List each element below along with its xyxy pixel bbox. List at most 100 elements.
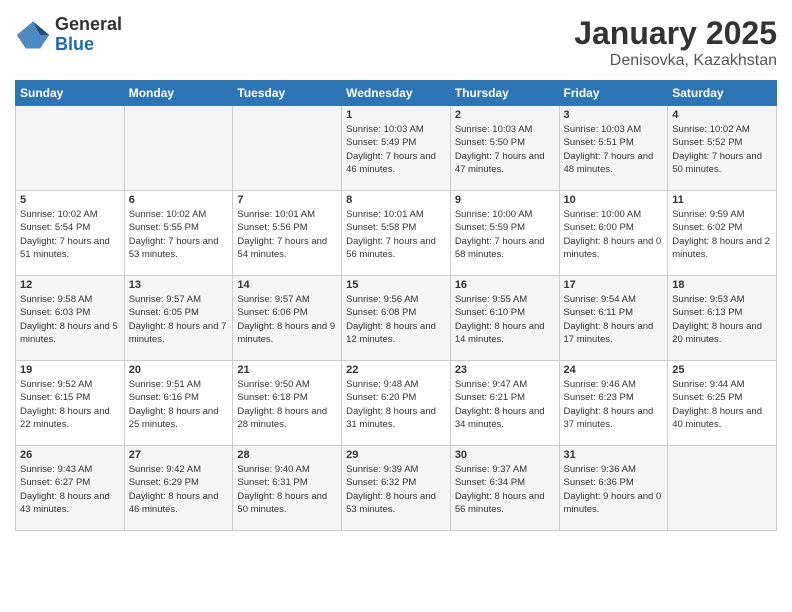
day-number: 18	[672, 279, 772, 291]
logo-icon	[15, 17, 51, 53]
day-info: Sunrise: 10:01 AM Sunset: 5:58 PM Daylig…	[346, 208, 446, 261]
calendar-cell	[16, 106, 125, 191]
day-number: 9	[455, 194, 555, 206]
weekday-header-monday: Monday	[124, 81, 233, 106]
calendar-cell: 22 Sunrise: 9:48 AM Sunset: 6:20 PM Dayli…	[342, 361, 451, 446]
calendar-cell: 17 Sunrise: 9:54 AM Sunset: 6:11 PM Dayli…	[559, 276, 668, 361]
day-number: 27	[129, 449, 229, 461]
week-row-3: 12Sunrise: 9:58 AM Sunset: 6:03 PM Dayli…	[16, 276, 777, 361]
day-info: Sunrise: 9:56 AM Sunset: 6:08 PM Dayligh…	[346, 293, 446, 346]
calendar-cell: 18 Sunrise: 9:53 AM Sunset: 6:13 PM Dayli…	[668, 276, 777, 361]
calendar-cell: 21 Sunrise: 9:50 AM Sunset: 6:18 PM Dayli…	[233, 361, 342, 446]
page-header: General Blue January 2025 Denisovka, Kaz…	[15, 15, 777, 70]
day-number: 22	[346, 364, 446, 376]
calendar-cell: 3 Sunrise: 10:03 AM Sunset: 5:51 PM Dayli…	[559, 106, 668, 191]
day-info: Sunrise: 9:59 AM Sunset: 6:02 PM Dayligh…	[672, 208, 772, 261]
day-info: Sunrise: 10:01 AM Sunset: 5:56 PM Daylig…	[237, 208, 337, 261]
calendar-cell	[124, 106, 233, 191]
day-number: 7	[237, 194, 337, 206]
day-info: Sunrise: 9:39 AM Sunset: 6:32 PM Dayligh…	[346, 463, 446, 516]
calendar-cell: 14 Sunrise: 9:57 AM Sunset: 6:06 PM Dayli…	[233, 276, 342, 361]
day-info: Sunrise: 9:47 AM Sunset: 6:21 PM Dayligh…	[455, 378, 555, 431]
day-info: Sunrise: 9:44 AM Sunset: 6:25 PM Dayligh…	[672, 378, 772, 431]
week-row-2: 5Sunrise: 10:02 AM Sunset: 5:54 PM Dayli…	[16, 191, 777, 276]
weekday-header-tuesday: Tuesday	[233, 81, 342, 106]
day-info: Sunrise: 9:57 AM Sunset: 6:05 PM Dayligh…	[129, 293, 229, 346]
day-number: 17	[564, 279, 664, 291]
weekday-header-wednesday: Wednesday	[342, 81, 451, 106]
title-block: January 2025 Denisovka, Kazakhstan	[574, 15, 777, 70]
calendar-cell: 19 Sunrise: 9:52 AM Sunset: 6:15 PM Dayli…	[16, 361, 125, 446]
calendar-title: January 2025	[574, 15, 777, 52]
calendar-cell: 2Sunrise: 10:03 AM Sunset: 5:50 PM Dayli…	[450, 106, 559, 191]
calendar-cell: 24Sunrise: 9:46 AM Sunset: 6:23 PM Dayli…	[559, 361, 668, 446]
calendar-cell: 10Sunrise: 10:00 AM Sunset: 6:00 PM Dayl…	[559, 191, 668, 276]
day-number: 31	[564, 449, 664, 461]
calendar-body: 1 Sunrise: 10:03 AM Sunset: 5:49 PM Dayli…	[16, 106, 777, 531]
day-number: 14	[237, 279, 337, 291]
week-row-1: 1 Sunrise: 10:03 AM Sunset: 5:49 PM Dayli…	[16, 106, 777, 191]
calendar-cell: 29Sunrise: 9:39 AM Sunset: 6:32 PM Dayli…	[342, 446, 451, 531]
day-info: Sunrise: 9:50 AM Sunset: 6:18 PM Dayligh…	[237, 378, 337, 431]
day-number: 28	[237, 449, 337, 461]
day-number: 20	[129, 364, 229, 376]
logo-text: General Blue	[55, 15, 122, 55]
day-number: 6	[129, 194, 229, 206]
day-info: Sunrise: 10:03 AM Sunset: 5:50 PM Daylig…	[455, 123, 555, 176]
calendar-cell: 8 Sunrise: 10:01 AM Sunset: 5:58 PM Dayli…	[342, 191, 451, 276]
logo-general-text: General	[55, 15, 122, 35]
day-info: Sunrise: 10:00 AM Sunset: 6:00 PM Daylig…	[564, 208, 664, 261]
day-info: Sunrise: 9:43 AM Sunset: 6:27 PM Dayligh…	[20, 463, 120, 516]
logo-blue-text: Blue	[55, 35, 122, 55]
day-number: 4	[672, 109, 772, 121]
day-number: 16	[455, 279, 555, 291]
day-number: 26	[20, 449, 120, 461]
day-info: Sunrise: 10:03 AM Sunset: 5:49 PM Daylig…	[346, 123, 446, 176]
day-number: 25	[672, 364, 772, 376]
calendar-cell: 23 Sunrise: 9:47 AM Sunset: 6:21 PM Dayli…	[450, 361, 559, 446]
calendar-cell	[233, 106, 342, 191]
day-info: Sunrise: 9:52 AM Sunset: 6:15 PM Dayligh…	[20, 378, 120, 431]
day-number: 21	[237, 364, 337, 376]
day-info: Sunrise: 9:53 AM Sunset: 6:13 PM Dayligh…	[672, 293, 772, 346]
calendar-subtitle: Denisovka, Kazakhstan	[574, 52, 777, 70]
calendar-cell: 26 Sunrise: 9:43 AM Sunset: 6:27 PM Dayli…	[16, 446, 125, 531]
weekday-header-friday: Friday	[559, 81, 668, 106]
day-info: Sunrise: 9:54 AM Sunset: 6:11 PM Dayligh…	[564, 293, 664, 346]
calendar-header: SundayMondayTuesdayWednesdayThursdayFrid…	[16, 81, 777, 106]
logo: General Blue	[15, 15, 122, 55]
calendar-cell: 5Sunrise: 10:02 AM Sunset: 5:54 PM Dayli…	[16, 191, 125, 276]
calendar-table: SundayMondayTuesdayWednesdayThursdayFrid…	[15, 80, 777, 531]
day-number: 15	[346, 279, 446, 291]
weekday-header-sunday: Sunday	[16, 81, 125, 106]
day-info: Sunrise: 9:36 AM Sunset: 6:36 PM Dayligh…	[564, 463, 664, 516]
day-info: Sunrise: 10:03 AM Sunset: 5:51 PM Daylig…	[564, 123, 664, 176]
calendar-cell: 27 Sunrise: 9:42 AM Sunset: 6:29 PM Dayli…	[124, 446, 233, 531]
calendar-cell	[668, 446, 777, 531]
day-info: Sunrise: 9:42 AM Sunset: 6:29 PM Dayligh…	[129, 463, 229, 516]
weekday-row: SundayMondayTuesdayWednesdayThursdayFrid…	[16, 81, 777, 106]
day-info: Sunrise: 10:02 AM Sunset: 5:54 PM Daylig…	[20, 208, 120, 261]
day-info: Sunrise: 9:55 AM Sunset: 6:10 PM Dayligh…	[455, 293, 555, 346]
calendar-cell: 15 Sunrise: 9:56 AM Sunset: 6:08 PM Dayli…	[342, 276, 451, 361]
day-number: 11	[672, 194, 772, 206]
day-info: Sunrise: 10:02 AM Sunset: 5:52 PM Daylig…	[672, 123, 772, 176]
day-number: 1	[346, 109, 446, 121]
day-info: Sunrise: 9:48 AM Sunset: 6:20 PM Dayligh…	[346, 378, 446, 431]
day-info: Sunrise: 9:57 AM Sunset: 6:06 PM Dayligh…	[237, 293, 337, 346]
day-number: 8	[346, 194, 446, 206]
day-info: Sunrise: 9:40 AM Sunset: 6:31 PM Dayligh…	[237, 463, 337, 516]
day-info: Sunrise: 10:00 AM Sunset: 5:59 PM Daylig…	[455, 208, 555, 261]
week-row-5: 26 Sunrise: 9:43 AM Sunset: 6:27 PM Dayli…	[16, 446, 777, 531]
calendar-cell: 31 Sunrise: 9:36 AM Sunset: 6:36 PM Dayli…	[559, 446, 668, 531]
calendar-cell: 16 Sunrise: 9:55 AM Sunset: 6:10 PM Dayli…	[450, 276, 559, 361]
day-number: 3	[564, 109, 664, 121]
day-number: 24	[564, 364, 664, 376]
day-number: 23	[455, 364, 555, 376]
day-number: 19	[20, 364, 120, 376]
day-number: 13	[129, 279, 229, 291]
weekday-header-saturday: Saturday	[668, 81, 777, 106]
calendar-cell: 11 Sunrise: 9:59 AM Sunset: 6:02 PM Dayli…	[668, 191, 777, 276]
calendar-cell: 12Sunrise: 9:58 AM Sunset: 6:03 PM Dayli…	[16, 276, 125, 361]
day-info: Sunrise: 9:51 AM Sunset: 6:16 PM Dayligh…	[129, 378, 229, 431]
